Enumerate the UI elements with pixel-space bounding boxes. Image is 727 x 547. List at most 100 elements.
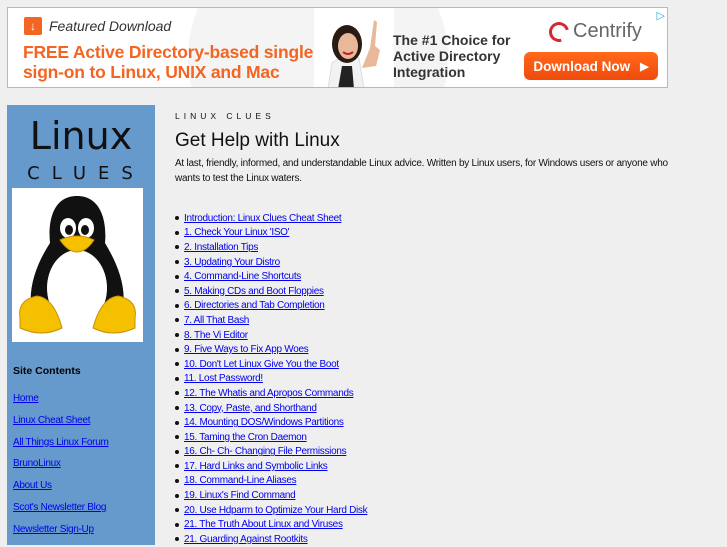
nav-link-forum[interactable]: All Things Linux Forum: [13, 437, 109, 448]
toc-link[interactable]: 2. Installation Tips: [184, 242, 258, 253]
toc-item: 21. The Truth About Linux and Viruses: [175, 517, 367, 532]
bullet-icon: [175, 274, 179, 279]
bullet-icon: [175, 347, 179, 352]
bullet-icon: [175, 303, 179, 308]
toc-item: 2. Installation Tips: [175, 240, 367, 255]
nav-item-forum: All Things Linux Forum: [13, 432, 109, 454]
toc-item: 14. Mounting DOS/Windows Partitions: [175, 415, 367, 430]
toc-link[interactable]: 4. Command-Line Shortcuts: [184, 271, 301, 282]
nav-item-newsletter-blog: Scot's Newsletter Blog: [13, 497, 108, 519]
toc-item: 13. Copy, Paste, and Shorthand: [175, 401, 367, 416]
toc-item: 17. Hard Links and Symbolic Links: [175, 459, 367, 474]
toc-link[interactable]: 11. Lost Password!: [184, 373, 263, 384]
toc-item: 4. Command-Line Shortcuts: [175, 269, 367, 284]
site-kicker: LINUX CLUES: [175, 111, 275, 121]
toc-link[interactable]: 5. Making CDs and Boot Floppies: [184, 286, 324, 297]
bullet-icon: [175, 406, 179, 411]
bullet-icon: [175, 537, 179, 542]
toc-link[interactable]: 7. All That Bash: [184, 315, 249, 326]
toc-link[interactable]: 21. The Truth About Linux and Viruses: [184, 519, 343, 530]
toc-item: 1. Check Your Linux 'ISO': [175, 226, 367, 241]
logo-subtitle: CLUES: [27, 163, 145, 184]
toc-link[interactable]: 16. Ch- Ch- Changing File Permissions: [184, 446, 347, 457]
bullet-icon: [175, 333, 179, 338]
ad-person-image: [314, 8, 394, 87]
bullet-icon: [175, 376, 179, 381]
bullet-icon: [175, 362, 179, 367]
nav-item-brunolinux: BrunoLinux: [13, 453, 108, 475]
centrify-logo-icon: [545, 17, 573, 46]
bullet-icon: [175, 318, 179, 323]
nav-link-linux-cheat-sheet[interactable]: Linux Cheat Sheet: [13, 415, 90, 426]
toc-link[interactable]: 3. Updating Your Distro: [184, 257, 280, 268]
toc-item: 6. Directories and Tab Completion: [175, 299, 367, 314]
toc-item: 18. Command-Line Aliases: [175, 474, 367, 489]
bullet-icon: [175, 216, 179, 221]
bullet-icon: [175, 493, 179, 498]
play-arrow-icon: ▶: [640, 60, 649, 73]
toc-link[interactable]: 21. Guarding Against Rootkits: [184, 534, 308, 545]
bullet-icon: [175, 245, 179, 250]
toc-link[interactable]: 9. Five Ways to Fix App Woes: [184, 344, 309, 355]
download-now-label: Download Now: [533, 58, 631, 74]
toc-link[interactable]: 18. Command-Line Aliases: [184, 475, 297, 486]
ad-headline: FREE Active Directory-based single sign-…: [23, 42, 314, 82]
toc-item: 21. Guarding Against Rootkits: [175, 532, 367, 547]
toc-item: 19. Linux's Find Command: [175, 488, 367, 503]
bullet-icon: [175, 289, 179, 294]
ad-featured-label: Featured Download: [49, 18, 172, 34]
page-title: Get Help with Linux: [175, 130, 340, 151]
sidebar: Linux CLUES Site Contents Home Linux Che…: [7, 105, 155, 545]
nav-link-home[interactable]: Home: [13, 393, 39, 404]
nav-link-newsletter-blog[interactable]: Scot's Newsletter Blog: [13, 502, 106, 513]
toc-link[interactable]: 6. Directories and Tab Completion: [184, 300, 325, 311]
bullet-icon: [175, 230, 179, 235]
bullet-icon: [175, 420, 179, 425]
bullet-icon: [175, 522, 179, 527]
logo-title: Linux: [29, 114, 133, 158]
toc-link[interactable]: 12. The Whatis and Apropos Commands: [184, 388, 354, 399]
nav-item-linux-cheat-sheet: Linux Cheat Sheet: [13, 410, 108, 432]
nav-link-about-us[interactable]: About Us: [13, 480, 52, 491]
nav-link-brunolinux[interactable]: BrunoLinux: [13, 458, 61, 469]
site-contents-heading: Site Contents: [13, 365, 81, 377]
intro-paragraph: At last, friendly, informed, and underst…: [175, 158, 668, 184]
ad-featured-download: ↓ Featured Download: [24, 17, 171, 35]
centrify-logo: Centrify: [545, 17, 642, 46]
toc-item: 5. Making CDs and Boot Floppies: [175, 284, 367, 299]
toc-item: 7. All That Bash: [175, 313, 367, 328]
toc-item: 12. The Whatis and Apropos Commands: [175, 386, 367, 401]
adchoices-icon[interactable]: ▷: [657, 9, 665, 22]
toc-item: 15. Taming the Cron Daemon: [175, 430, 367, 445]
toc-link[interactable]: 20. Use Hdparm to Optimize Your Hard Dis…: [184, 505, 368, 516]
nav-link-newsletter-signup[interactable]: Newsletter Sign-Up: [13, 524, 94, 535]
download-now-button[interactable]: Download Now ▶: [524, 52, 658, 80]
tux-image: [12, 188, 143, 342]
toc-link[interactable]: 10. Don't Let Linux Give You the Boot: [184, 359, 339, 370]
ad-banner[interactable]: ↓ Featured Download FREE Active Director…: [7, 7, 668, 88]
toc-link[interactable]: 19. Linux's Find Command: [184, 490, 296, 501]
nav-item-home: Home: [13, 388, 108, 410]
download-icon: ↓: [24, 17, 42, 35]
toc-link[interactable]: 15. Taming the Cron Daemon: [184, 432, 307, 443]
toc-item: 10. Don't Let Linux Give You the Boot: [175, 357, 367, 372]
toc-link[interactable]: 17. Hard Links and Symbolic Links: [184, 461, 328, 472]
toc-item: 11. Lost Password!: [175, 372, 367, 387]
toc-item: Introduction: Linux Clues Cheat Sheet: [175, 211, 367, 226]
toc-link[interactable]: 1. Check Your Linux 'ISO': [184, 227, 290, 238]
toc-item: 16. Ch- Ch- Changing File Permissions: [175, 445, 367, 460]
toc-item: 20. Use Hdparm to Optimize Your Hard Dis…: [175, 503, 368, 518]
toc-link[interactable]: 13. Copy, Paste, and Shorthand: [184, 403, 317, 414]
toc-link[interactable]: 8. The Vi Editor: [184, 330, 248, 341]
bullet-icon: [175, 391, 179, 396]
bullet-icon: [175, 478, 179, 483]
table-of-contents: Introduction: Linux Clues Cheat Sheet 1. …: [175, 211, 368, 547]
toc-link[interactable]: 14. Mounting DOS/Windows Partitions: [184, 417, 344, 428]
bullet-icon: [175, 449, 179, 454]
bullet-icon: [175, 435, 179, 440]
bullet-icon: [175, 464, 179, 469]
bullet-icon: [175, 508, 179, 513]
site-contents-nav: Home Linux Cheat Sheet All Things Linux …: [13, 388, 109, 541]
toc-item: 8. The Vi Editor: [175, 328, 367, 343]
toc-link[interactable]: Introduction: Linux Clues Cheat Sheet: [184, 213, 342, 224]
